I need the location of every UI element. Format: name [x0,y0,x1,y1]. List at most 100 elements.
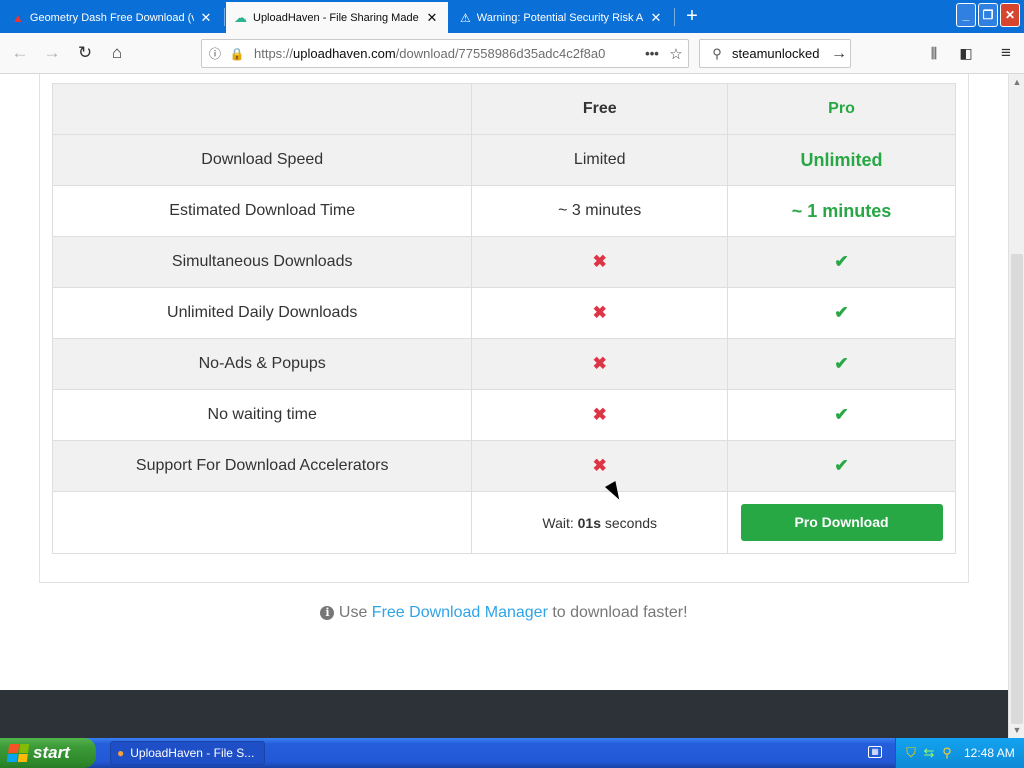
cross-icon: ✖ [592,456,607,475]
close-window-button[interactable]: ✕ [1000,3,1020,27]
free-header: Free [471,83,729,135]
tab-close-icon[interactable]: ✕ [424,10,440,26]
back-arrow-icon[interactable]: ← [8,41,32,65]
search-icon: ⚲ [712,45,722,61]
table-row: No waiting time ✖ ✔ [51,389,956,441]
info-icon[interactable]: ⓘ [206,45,224,62]
feature-label: Support For Download Accelerators [51,440,473,492]
wait-countdown: Wait: 01s seconds [471,491,729,554]
feature-label: Estimated Download Time [51,185,473,237]
tab-title: UploadHaven - File Sharing Made E [253,11,420,24]
feature-header [51,83,473,135]
feature-label: Download Speed [51,134,473,186]
tab-uploadhaven[interactable]: ☁ UploadHaven - File Sharing Made E ✕ [226,2,448,33]
check-icon: ✔ [834,456,849,475]
reload-icon[interactable]: ↻ [73,41,97,65]
cross-icon: ✖ [592,252,607,271]
table-row: Download Speed Limited Unlimited [51,134,956,186]
scroll-down-arrow-icon[interactable]: ▼ [1009,722,1024,738]
tab-title: Warning: Potential Security Risk A [476,11,644,24]
bookmark-star-icon[interactable]: ☆ [664,45,688,63]
url-prefix: https:// [254,46,294,61]
feature-label: Simultaneous Downloads [51,236,473,288]
tab-geometry-dash[interactable]: ▲ Geometry Dash Free Download (v ✕ [4,2,222,33]
sidebar-icon[interactable]: ◧ [954,41,978,65]
red-document-icon: ▲ [12,10,24,25]
keyboard-icon[interactable]: ▦ [868,746,882,758]
network-icon[interactable]: ⇆ [920,745,938,761]
home-icon[interactable]: ⌂ [105,41,129,65]
windows-taskbar: start ● UploadHaven - File S... ▦ ⛉ ⇆ ⚲ … [0,738,1024,768]
security-shield-icon[interactable]: ⛉ [902,745,920,761]
info-circle-icon: i [320,606,335,620]
clock[interactable]: 12:48 AM [964,746,1015,760]
navigation-toolbar: ← → ↻ ⌂ ⓘ 🔒 https://uploadhaven.com/down… [0,33,1024,74]
taskbar-window-uploadhaven[interactable]: ● UploadHaven - File S... [110,741,265,765]
new-tab-button[interactable]: + [680,4,704,28]
cross-icon: ✖ [592,303,607,322]
check-icon: ✔ [834,354,849,373]
restore-button[interactable]: ❐ [978,3,998,27]
warning-icon: ⚠ [460,10,471,25]
cross-icon: ✖ [592,354,607,373]
table-row: No-Ads & Popups ✖ ✔ [51,338,956,390]
table-header-row: Free Pro [51,83,956,135]
search-input[interactable]: steamunlocked [732,46,828,61]
page-actions-icon[interactable]: ••• [640,46,664,61]
browser-tab-bar: ▲ Geometry Dash Free Download (v ✕ ☁ Upl… [0,0,1024,33]
firefox-icon: ● [117,746,125,760]
feature-label: No waiting time [51,389,473,441]
wait-seconds-value: 01s [577,514,601,531]
pro-header: Pro [727,83,956,135]
tip-suffix: to download faster! [547,604,688,621]
tab-close-icon[interactable]: ✕ [198,10,214,26]
free-download-manager-link[interactable]: Free Download Manager [372,604,548,621]
search-go-arrow-icon[interactable]: → [828,45,850,63]
table-row: Estimated Download Time ~ 3 minutes ~ 1 … [51,185,956,237]
table-row: Support For Download Accelerators ✖ ✔ [51,440,956,492]
table-row: Unlimited Daily Downloads ✖ ✔ [51,287,956,339]
free-value: Limited [471,134,729,186]
url-domain: uploadhaven.com [293,46,396,61]
start-button[interactable]: start [0,738,96,768]
search-bar[interactable]: ⚲ steamunlocked → [699,39,851,68]
menu-hamburger-icon[interactable]: ≡ [994,41,1018,65]
plan-comparison-table: Free Pro Download Speed Limited Unlimite… [51,83,956,554]
page-content: Free Pro Download Speed Limited Unlimite… [0,74,1008,738]
scroll-up-arrow-icon[interactable]: ▲ [1009,74,1024,90]
system-tray: ⛉ ⇆ ⚲ 12:48 AM [895,738,1024,768]
taskbar-window-label: UploadHaven - File S... [130,746,255,760]
forward-arrow-icon[interactable]: → [40,41,64,65]
start-label: start [33,743,70,762]
pro-download-button[interactable]: Pro Download [740,504,943,541]
library-icon[interactable]: ⫼ [922,41,946,65]
table-row: Simultaneous Downloads ✖ ✔ [51,236,956,288]
search-tray-icon[interactable]: ⚲ [938,745,956,761]
check-icon: ✔ [834,303,849,322]
action-row: Wait: 01s seconds Pro Download [51,491,956,554]
url-text[interactable]: https://uploadhaven.com/download/7755898… [254,46,640,61]
minimize-button[interactable]: _ [956,3,976,27]
lock-icon[interactable]: 🔒 [228,47,246,61]
feature-label: Unlimited Daily Downloads [51,287,473,339]
wait-suffix: seconds [601,514,658,531]
scrollbar-thumb[interactable] [1011,254,1023,724]
page-footer [0,690,1008,738]
wait-prefix: Wait: [542,514,578,531]
uploadhaven-cloud-icon: ☁ [234,9,247,25]
url-bar[interactable]: ⓘ 🔒 https://uploadhaven.com/download/775… [201,39,689,68]
tab-separator [674,8,675,26]
empty-cell [51,491,473,554]
tab-security-warning[interactable]: ⚠ Warning: Potential Security Risk A ✕ [452,2,672,33]
url-path: /download/77558986d35adc4c2f8a0 [395,46,606,61]
tab-title: Geometry Dash Free Download (v [29,11,194,24]
check-icon: ✔ [834,405,849,424]
page-scrollbar[interactable]: ▲ ▼ [1008,74,1024,738]
download-manager-tip: i Use Free Download Manager to download … [0,604,1008,622]
tip-prefix: Use [334,604,372,621]
tab-close-icon[interactable]: ✕ [648,10,664,26]
pro-value: Unlimited [727,134,956,186]
feature-label: No-Ads & Popups [51,338,473,390]
windows-flag-icon [6,744,30,762]
cross-icon: ✖ [592,405,607,424]
